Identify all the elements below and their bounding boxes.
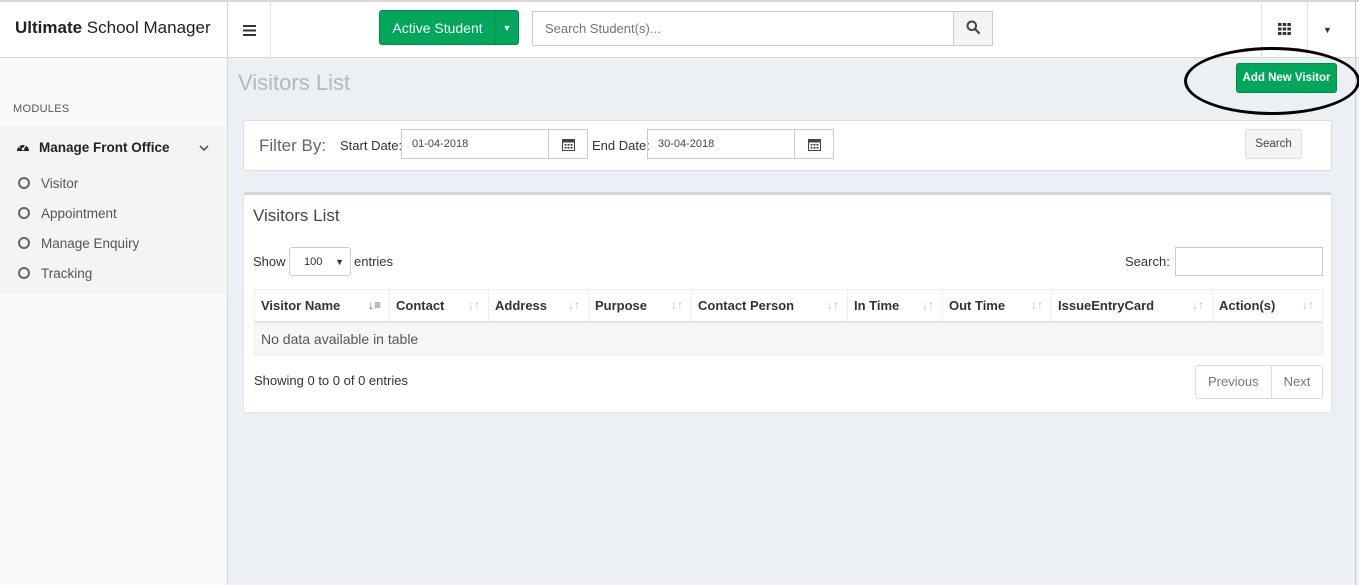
sidebar-item-appointment[interactable]: Appointment [0,198,227,228]
circle-icon [18,207,30,219]
previous-page-button[interactable]: Previous [1196,366,1271,398]
column-label: Action(s) [1219,297,1276,313]
sort-icon: ↓↑ [568,298,580,312]
column-address[interactable]: Address ↓↑ [488,289,589,323]
sort-icon: ↓↑ [1192,298,1204,312]
filter-search-button[interactable]: Search [1245,129,1302,159]
top-header: Ultimate School Manager Active Student ▼… [0,0,1359,58]
sort-icon: ↓↑ [1302,298,1314,312]
app-brand[interactable]: Ultimate School Manager [0,2,228,58]
column-label: Visitor Name [261,297,341,313]
sidebar-menu: Manage Front Office Visitor Appointment … [0,126,227,294]
circle-icon [18,177,30,189]
entries-label: entries [354,254,394,269]
start-date-label: Start Date: [340,138,403,153]
visitors-list-panel: Visitors List Show 100 ▼ entries Search: … [243,192,1332,413]
student-search [532,11,993,46]
start-date-field[interactable]: 01-04-2018 [401,129,588,159]
sort-ascending-icon: ↓≡ [367,298,381,312]
sidebar-item-label: Manage Enquiry [41,235,140,251]
start-date-input[interactable]: 01-04-2018 [402,130,549,158]
dashboard-icon [16,140,30,155]
sidebar-item-label: Tracking [41,265,93,281]
caret-down-icon: ▼ [1323,25,1332,35]
sidebar-item-manage-enquiry[interactable]: Manage Enquiry [0,228,227,258]
column-label: Purpose [595,297,648,313]
column-purpose[interactable]: Purpose ↓↑ [588,289,692,323]
sidebar-item-label: Appointment [41,205,117,221]
column-actions[interactable]: Action(s) ↓↑ [1212,289,1323,323]
caret-down-icon[interactable]: ▼ [496,11,518,44]
column-label: IssueEntryCard [1058,297,1155,313]
filter-label: Filter By: [259,136,327,155]
sidebar-group-label: Manage Front Office [39,139,170,155]
circle-icon [18,267,30,279]
menu-toggle-button[interactable] [228,2,271,58]
column-in-time[interactable]: In Time ↓↑ [847,289,943,323]
user-menu-dropdown[interactable]: ▼ [1307,2,1347,58]
window-edge [1355,0,1356,585]
column-visitor-name[interactable]: Visitor Name ↓≡ [254,289,390,323]
sort-icon: ↓↑ [922,298,934,312]
show-label: Show [253,254,286,269]
sort-icon: ↓↑ [1031,298,1043,312]
search-icon [966,20,981,37]
page-size-select[interactable]: 100 ▼ [289,247,351,276]
column-label: Contact Person [698,297,795,313]
add-new-visitor-button[interactable]: Add New Visitor [1236,63,1337,93]
apps-grid-button[interactable] [1261,2,1307,58]
sort-icon: ↓↑ [827,298,839,312]
table-search-label: Search: [1125,254,1170,269]
active-student-button[interactable]: Active Student [380,11,496,44]
circle-icon [18,237,30,249]
list-title: Visitors List [253,206,340,225]
column-label: Address [495,297,548,313]
column-issue-entry-card[interactable]: IssueEntryCard ↓↑ [1051,289,1213,323]
student-search-input[interactable] [532,11,953,46]
table-header-row: Visitor Name ↓≡ Contact ↓↑ Address ↓↑ Purpo… [254,289,1323,323]
sidebar-item-visitor[interactable]: Visitor [0,168,227,198]
next-page-button[interactable]: Next [1270,366,1323,398]
end-date-label: End Date: [592,138,650,153]
page-size-value: 100 [304,256,323,268]
pagination: Previous Next [1195,365,1324,399]
end-date-field[interactable]: 30-04-2018 [647,129,834,159]
sort-icon: ↓↑ [468,298,480,312]
calendar-icon[interactable] [549,130,587,158]
column-label: Out Time [949,297,1006,313]
modules-header: MODULES [13,103,70,115]
column-contact-person[interactable]: Contact Person ↓↑ [691,289,848,323]
filter-panel: Filter By: Start Date: 01-04-2018 End Da… [243,120,1332,171]
chevron-down-icon [199,140,209,155]
sort-icon: ↓↑ [671,298,683,312]
hamburger-icon [242,20,256,41]
page-title: Visitors List [238,70,351,95]
column-label: In Time [854,297,900,313]
sidebar-item-label: Visitor [41,175,79,191]
empty-table-message: No data available in table [254,321,1323,356]
end-date-input[interactable]: 30-04-2018 [648,130,795,158]
column-out-time[interactable]: Out Time ↓↑ [942,289,1052,323]
brand-bold: Ultimate [15,18,83,37]
grid-icon [1278,22,1291,38]
table-row: No data available in table [254,321,1323,356]
table-info: Showing 0 to 0 of 0 entries [254,373,408,388]
table-search-input[interactable] [1175,247,1323,276]
column-contact[interactable]: Contact ↓↑ [389,289,489,323]
sidebar-item-tracking[interactable]: Tracking [0,258,227,288]
sidebar: MODULES Manage Front Office Visitor Appo… [0,58,228,585]
column-label: Contact [396,297,445,313]
sidebar-group-front-office[interactable]: Manage Front Office [0,126,227,168]
brand-rest: School Manager [82,18,211,37]
visitors-table: Visitor Name ↓≡ Contact ↓↑ Address ↓↑ Purpo… [254,289,1323,356]
student-search-button[interactable] [953,11,993,46]
caret-down-icon: ▼ [335,257,344,267]
active-student-dropdown[interactable]: Active Student ▼ [379,10,519,45]
calendar-icon[interactable] [795,130,833,158]
